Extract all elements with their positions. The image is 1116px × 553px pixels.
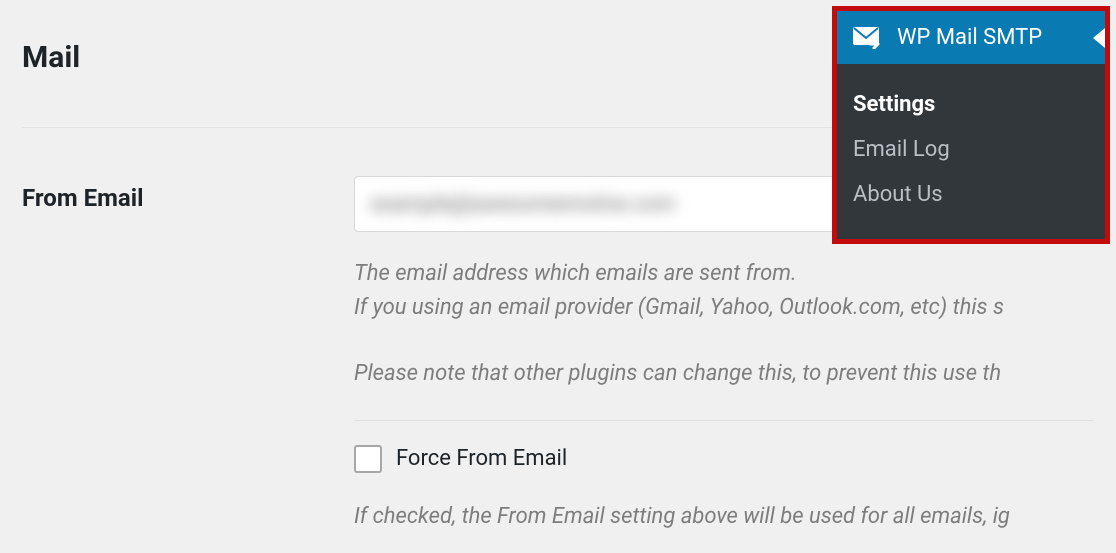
flyout-header[interactable]: WP Mail SMTP — [837, 11, 1105, 64]
help-text: If checked, the From Email setting above… — [354, 501, 1094, 533]
help-text: The email address which emails are sent … — [354, 258, 1094, 290]
admin-flyout-menu: WP Mail SMTP Settings Email Log About Us — [832, 6, 1110, 244]
help-text: Please note that other plugins can chang… — [354, 358, 1094, 390]
flyout-item-about-us[interactable]: About Us — [853, 172, 1089, 217]
mail-arrow-icon — [853, 27, 883, 49]
force-from-email-row: Force From Email — [354, 445, 1094, 473]
from-email-value: example@awesomemotive.com — [371, 192, 675, 217]
flyout-title: WP Mail SMTP — [897, 25, 1042, 50]
flyout-item-settings[interactable]: Settings — [853, 82, 1089, 127]
from-email-label: From Email — [22, 176, 354, 212]
force-from-email-checkbox[interactable] — [354, 445, 382, 473]
caret-left-icon — [1093, 28, 1105, 48]
help-text: If you using an email provider (Gmail, Y… — [354, 292, 1094, 324]
flyout-item-email-log[interactable]: Email Log — [853, 127, 1089, 172]
force-from-email-label: Force From Email — [396, 446, 567, 471]
inner-divider — [354, 420, 1094, 421]
flyout-body: Settings Email Log About Us — [837, 64, 1105, 239]
